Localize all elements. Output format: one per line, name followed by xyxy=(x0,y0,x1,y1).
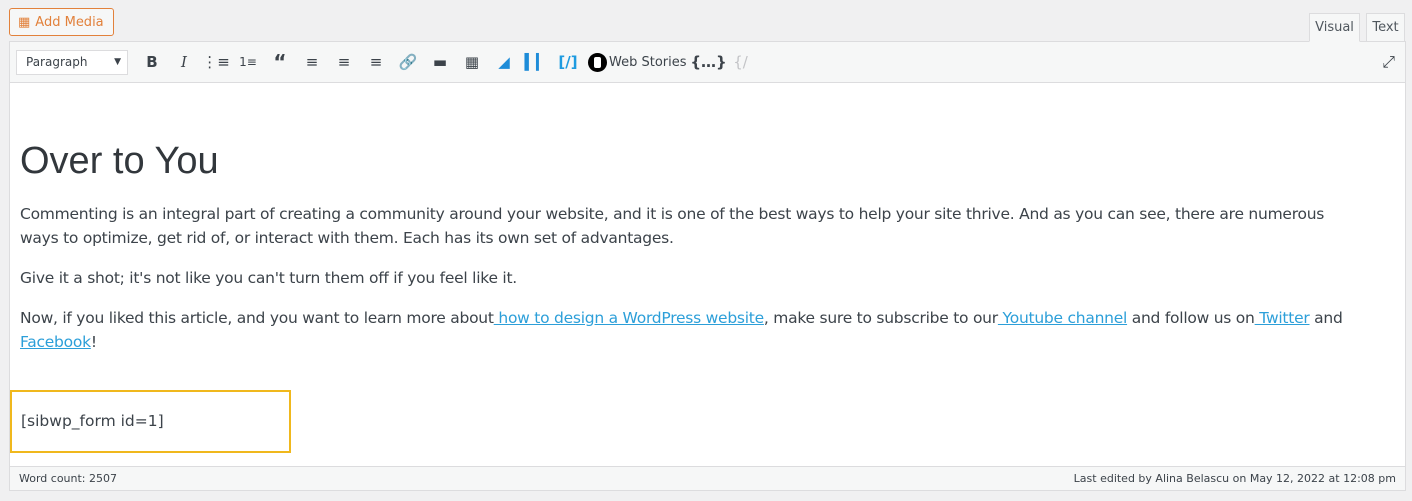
media-icon: ▦ xyxy=(18,14,31,30)
plugin-icon[interactable]: ◢ xyxy=(488,47,520,77)
link-icon[interactable]: 🔗 xyxy=(392,47,424,77)
italic-icon[interactable]: I xyxy=(168,47,200,77)
link-facebook[interactable]: Facebook xyxy=(20,333,91,351)
content-area[interactable]: Over to You Commenting is an integral pa… xyxy=(10,83,1405,467)
align-left-icon[interactable]: ≡ xyxy=(296,47,328,77)
blockquote-icon[interactable]: “ xyxy=(264,47,296,77)
code-braces-icon[interactable]: {…} xyxy=(690,47,726,77)
shortcode-block[interactable]: [sibwp_form id=1] xyxy=(10,390,291,453)
paragraph: Give it a shot; it's not like you can't … xyxy=(20,269,517,287)
shortcode-icon[interactable]: [/] xyxy=(552,47,584,77)
format-select[interactable]: Paragraph ▼ xyxy=(16,49,128,75)
paragraph: Commenting is an integral part of creati… xyxy=(20,205,1325,247)
link-twitter[interactable]: Twitter xyxy=(1255,309,1309,327)
toolbar-toggle-icon[interactable]: ▦ xyxy=(456,47,488,77)
chart-icon[interactable]: ▍▎ xyxy=(520,47,552,77)
paragraph: Now, if you liked this article, and you … xyxy=(20,309,1343,351)
status-bar: Word count: 2507 Last edited by Alina Bel… xyxy=(10,466,1405,490)
align-center-icon[interactable]: ≡ xyxy=(328,47,360,77)
link-youtube[interactable]: Youtube channel xyxy=(998,309,1128,327)
web-stories-button[interactable]: Web Stories xyxy=(588,52,687,72)
read-more-icon[interactable]: ▬ xyxy=(424,47,456,77)
bulleted-list-icon[interactable]: ⋮≡ xyxy=(200,47,232,77)
link-wordpress[interactable]: how to design a WordPress website xyxy=(494,309,764,327)
word-count: Word count: 2507 xyxy=(19,472,118,485)
add-media-button[interactable]: ▦ Add Media xyxy=(9,8,114,36)
fullscreen-icon[interactable]: ⤢ xyxy=(1382,52,1395,72)
last-edited: Last edited by Alina Belascu on May 12, … xyxy=(1073,472,1396,485)
heading: Over to You xyxy=(20,140,219,182)
align-right-icon[interactable]: ≡ xyxy=(360,47,392,77)
web-stories-icon xyxy=(588,52,607,72)
disabled-plugin-icon: {/ xyxy=(733,53,748,71)
tab-visual[interactable]: Visual xyxy=(1309,13,1360,42)
editor: Paragraph ▼ B I ⋮≡ 1≡ “ ≡ ≡ ≡ 🔗 ▬ ▦ ◢ ▍▎ … xyxy=(9,41,1406,491)
chevron-down-icon: ▼ xyxy=(114,57,121,67)
bold-icon[interactable]: B xyxy=(136,47,168,77)
numbered-list-icon[interactable]: 1≡ xyxy=(232,47,264,77)
toolbar: Paragraph ▼ B I ⋮≡ 1≡ “ ≡ ≡ ≡ 🔗 ▬ ▦ ◢ ▍▎ … xyxy=(10,42,1405,83)
tab-text[interactable]: Text xyxy=(1366,13,1405,42)
